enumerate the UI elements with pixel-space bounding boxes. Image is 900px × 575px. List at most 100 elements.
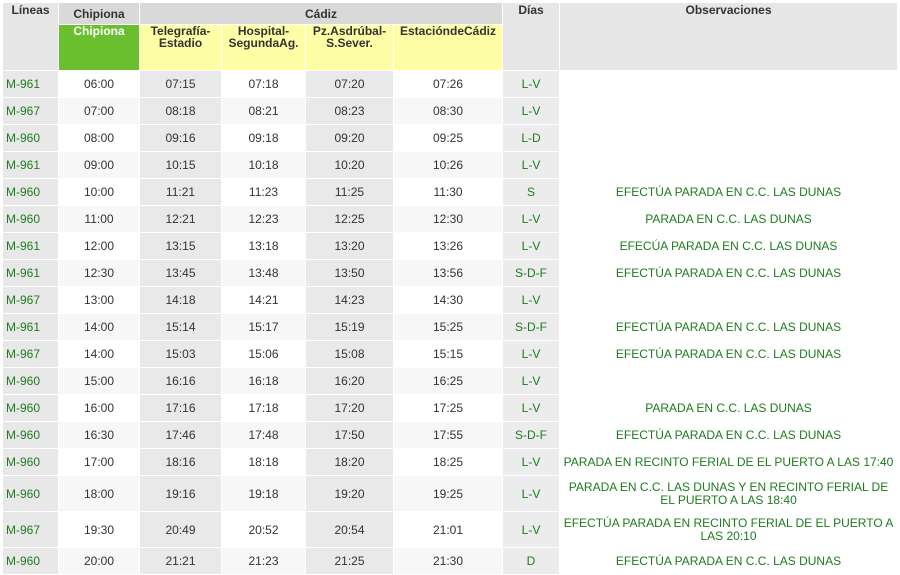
line-cell: M-967: [2, 340, 59, 368]
header-dest-group: Cádiz: [138, 2, 504, 25]
time-cell: 15:03: [139, 340, 222, 368]
table-row: M-961 12:30 13:45 13:48 13:50 13:56 S-D-F EFECT…: [2, 259, 899, 287]
time-cell: 14:21: [221, 286, 306, 314]
line-cell: M-961: [2, 313, 59, 341]
time-cell: 16:20: [305, 367, 394, 395]
time-cell: 11:21: [139, 178, 222, 206]
time-cell-origin: 12:30: [58, 259, 140, 287]
time-cell: 17:46: [139, 421, 222, 449]
table-row: M-960 08:00 09:16 09:18 09:20 09:25 L-D: [2, 124, 899, 152]
table-row: M-967 07:00 08:18 08:21 08:23 08:30 L-V: [2, 97, 899, 125]
time-cell-origin: 11:00: [58, 205, 140, 233]
days-cell: L-V: [502, 511, 561, 548]
time-cell: 17:16: [139, 394, 222, 422]
time-cell: 13:15: [139, 232, 222, 260]
table-row: M-961 14:00 15:14 15:17 15:19 15:25 S-D-F EFECT…: [2, 313, 899, 341]
table-row: M-967 13:00 14:18 14:21 14:23 14:30 L-V: [2, 286, 899, 314]
line-cell: M-967: [2, 97, 59, 125]
time-cell: 12:23: [221, 205, 306, 233]
time-cell: 11:30: [392, 178, 504, 206]
days-cell: S-D-F: [502, 259, 561, 287]
observation-cell: EFECTÚA PARADA EN C.C. LAS DUNAS: [559, 340, 899, 368]
time-cell: 13:50: [305, 259, 394, 287]
observation-cell: [559, 70, 899, 98]
observation-cell: EFECTÚA PARADA EN C.C. LAS DUNAS: [559, 313, 899, 341]
table-row: M-967 19:30 20:49 20:52 20:54 21:01 L-V EFECTÚA…: [2, 511, 899, 548]
days-cell: L-V: [502, 286, 561, 314]
days-cell: L-V: [502, 475, 561, 512]
time-cell: 13:48: [221, 259, 306, 287]
time-cell: 18:20: [305, 448, 394, 476]
time-cell: 18:25: [392, 448, 504, 476]
line-cell: M-960: [2, 124, 59, 152]
time-cell: 17:48: [221, 421, 306, 449]
time-cell: 15:15: [392, 340, 504, 368]
observation-cell: EFECTÚA PARADA EN C.C. LAS DUNAS: [559, 547, 899, 575]
line-cell: M-961: [2, 232, 59, 260]
table-row: M-961 09:00 10:15 10:18 10:20 10:26 L-V: [2, 151, 899, 179]
table-row: M-960 11:00 12:21 12:23 12:25 12:30 L-V PARADA …: [2, 205, 899, 233]
time-cell-origin: 07:00: [58, 97, 140, 125]
time-cell: 14:30: [392, 286, 504, 314]
header-stop-asdrubal: Pz.Asdrúbal- S.Sever.: [305, 24, 394, 71]
time-cell: 09:16: [139, 124, 222, 152]
observation-cell: PARADA EN RECINTO FERIAL DE EL PUERTO A …: [559, 448, 899, 476]
time-cell: 21:30: [392, 547, 504, 575]
time-cell-origin: 14:00: [58, 313, 140, 341]
header-stop-origin: Chipiona: [58, 24, 140, 71]
time-cell-origin: 15:00: [58, 367, 140, 395]
observation-cell: EFECTÚA PARADA EN C.C. LAS DUNAS: [559, 421, 899, 449]
time-cell-origin: 16:00: [58, 394, 140, 422]
time-cell: 13:56: [392, 259, 504, 287]
line-cell: M-960: [2, 421, 59, 449]
time-cell: 09:20: [305, 124, 394, 152]
time-cell: 21:25: [305, 547, 394, 575]
header-observaciones: Observaciones: [559, 2, 899, 71]
time-cell: 17:18: [221, 394, 306, 422]
time-cell: 19:25: [392, 475, 504, 512]
time-cell: 08:30: [392, 97, 504, 125]
table-row: M-960 16:30 17:46 17:48 17:50 17:55 S-D-F EFECT…: [2, 421, 899, 449]
time-cell: 08:18: [139, 97, 222, 125]
days-cell: L-V: [502, 97, 561, 125]
observation-cell: [559, 286, 899, 314]
line-cell: M-960: [2, 394, 59, 422]
header-dias: Días: [502, 2, 561, 71]
line-cell: M-960: [2, 448, 59, 476]
line-cell: M-967: [2, 511, 59, 548]
days-cell: L-V: [502, 70, 561, 98]
days-cell: L-V: [502, 340, 561, 368]
time-cell: 15:14: [139, 313, 222, 341]
time-cell: 07:18: [221, 70, 306, 98]
time-cell: 17:50: [305, 421, 394, 449]
line-cell: M-960: [2, 367, 59, 395]
days-cell: L-V: [502, 394, 561, 422]
time-cell: 21:21: [139, 547, 222, 575]
table-row: M-960 17:00 18:16 18:18 18:20 18:25 L-V PARADA …: [2, 448, 899, 476]
time-cell: 12:30: [392, 205, 504, 233]
table-row: M-960 10:00 11:21 11:23 11:25 11:30 S EFECTÚA P…: [2, 178, 899, 206]
time-cell: 08:21: [221, 97, 306, 125]
time-cell: 10:20: [305, 151, 394, 179]
time-cell: 16:18: [221, 367, 306, 395]
days-cell: L-V: [502, 151, 561, 179]
time-cell-origin: 18:00: [58, 475, 140, 512]
header-stop-hospital: Hospital- SegundaAg.: [221, 24, 306, 71]
time-cell: 10:26: [392, 151, 504, 179]
header-lineas: Líneas: [2, 2, 59, 71]
time-cell-origin: 13:00: [58, 286, 140, 314]
table-row: M-960 15:00 16:16 16:18 16:20 16:25 L-V: [2, 367, 899, 395]
time-cell: 10:18: [221, 151, 306, 179]
line-cell: M-961: [2, 151, 59, 179]
table-row: M-960 16:00 17:16 17:18 17:20 17:25 L-V PARADA …: [2, 394, 899, 422]
days-cell: S: [502, 178, 561, 206]
observation-cell: EFECTÚA PARADA EN C.C. LAS DUNAS: [559, 259, 899, 287]
days-cell: L-V: [502, 367, 561, 395]
time-cell: 11:23: [221, 178, 306, 206]
time-cell: 15:17: [221, 313, 306, 341]
time-cell: 19:16: [139, 475, 222, 512]
line-cell: M-961: [2, 259, 59, 287]
time-cell: 09:25: [392, 124, 504, 152]
line-cell: M-960: [2, 205, 59, 233]
schedule-table: Líneas Chipiona Cádiz Días Observaciones…: [2, 2, 899, 575]
